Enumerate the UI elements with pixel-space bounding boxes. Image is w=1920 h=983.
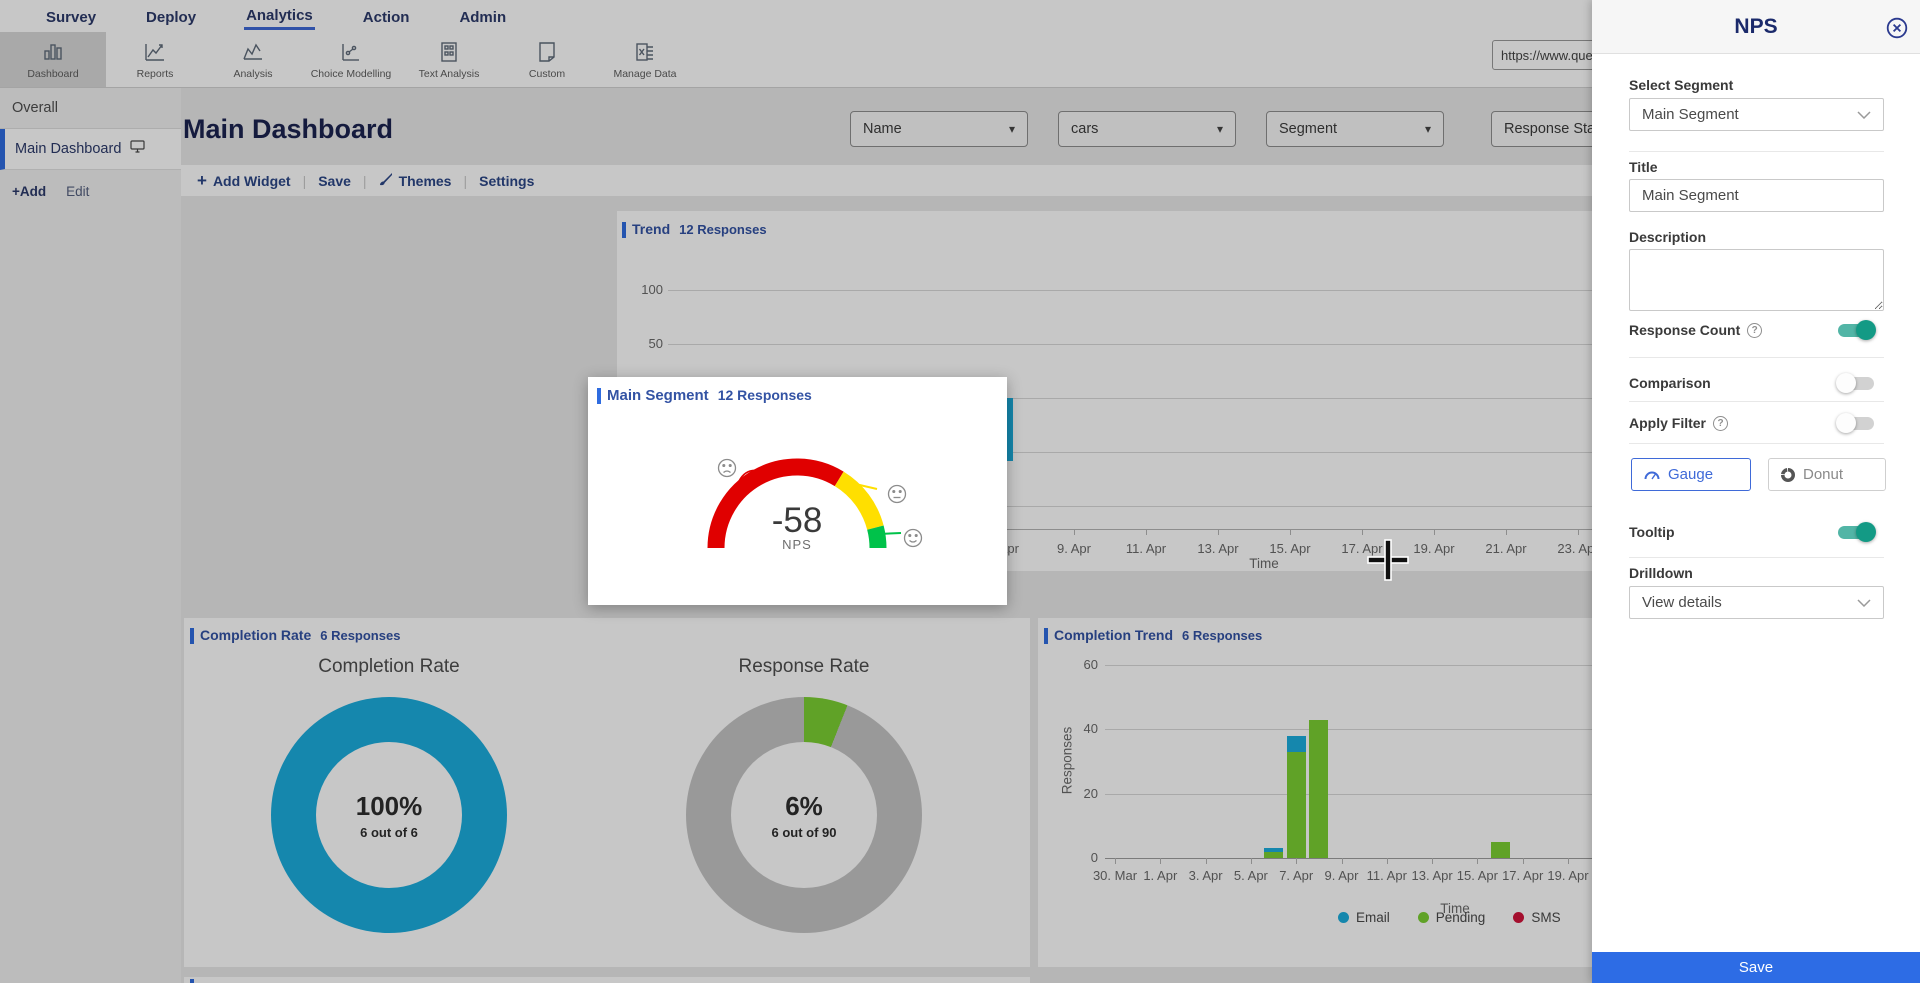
panel-title: NPS	[1734, 15, 1777, 39]
comparison-label: Comparison	[1629, 375, 1711, 391]
select-segment-label: Select Segment	[1629, 77, 1733, 93]
description-textarea[interactable]	[1629, 249, 1884, 311]
description-label: Description	[1629, 229, 1706, 245]
panel-header: NPS	[1592, 0, 1920, 54]
chevron-down-icon	[1857, 599, 1871, 607]
gauge-button-label: Gauge	[1668, 466, 1713, 483]
apply-filter-text: Apply Filter	[1629, 415, 1706, 431]
help-icon[interactable]: ?	[1713, 416, 1728, 431]
donut-button-label: Donut	[1803, 466, 1843, 483]
segment-select-value: Main Segment	[1642, 106, 1739, 123]
help-icon[interactable]: ?	[1747, 323, 1762, 338]
donut-type-button[interactable]: Donut	[1768, 458, 1886, 491]
title-input[interactable]	[1629, 179, 1884, 212]
comparison-toggle[interactable]	[1836, 373, 1876, 393]
divider	[1629, 357, 1884, 358]
apply-filter-toggle[interactable]	[1836, 413, 1876, 433]
crosshair-cursor	[1366, 538, 1410, 582]
nps-settings-panel: NPS Select Segment Main Segment Title De…	[1592, 0, 1920, 983]
drilldown-label: Drilldown	[1629, 565, 1693, 581]
sad-face-icon	[719, 460, 736, 477]
nps-unit-label: NPS	[697, 537, 897, 552]
drilldown-select-value: View details	[1642, 594, 1722, 611]
donut-icon	[1781, 468, 1795, 482]
response-count-toggle[interactable]	[1836, 320, 1876, 340]
gauge-icon	[1644, 469, 1660, 480]
chevron-down-icon	[1857, 111, 1871, 119]
panel-save-button[interactable]: Save	[1592, 952, 1920, 983]
neutral-face-icon	[889, 486, 906, 503]
divider	[1629, 151, 1884, 152]
tooltip-toggle[interactable]	[1836, 522, 1876, 542]
apply-filter-label: Apply Filter ?	[1629, 415, 1728, 431]
nps-value: -58	[697, 501, 897, 541]
close-icon[interactable]	[1886, 17, 1908, 44]
gauge-type-button[interactable]: Gauge	[1631, 458, 1751, 491]
title-label: Title	[1629, 159, 1658, 175]
divider	[1629, 401, 1884, 402]
response-count-label: Response Count ?	[1629, 322, 1762, 338]
tooltip-label: Tooltip	[1629, 524, 1675, 540]
response-count-text: Response Count	[1629, 322, 1740, 338]
divider	[1629, 443, 1884, 444]
happy-face-icon	[905, 530, 922, 547]
gauge-chart	[588, 377, 1007, 605]
divider	[1629, 557, 1884, 558]
segment-select[interactable]: Main Segment	[1629, 98, 1884, 131]
app-root: Survey Deploy Analytics Action Admin Das…	[0, 0, 1920, 983]
nps-gauge-widget: Main Segment 12 Responses -58 NPS	[588, 377, 1007, 605]
drilldown-select[interactable]: View details	[1629, 586, 1884, 619]
